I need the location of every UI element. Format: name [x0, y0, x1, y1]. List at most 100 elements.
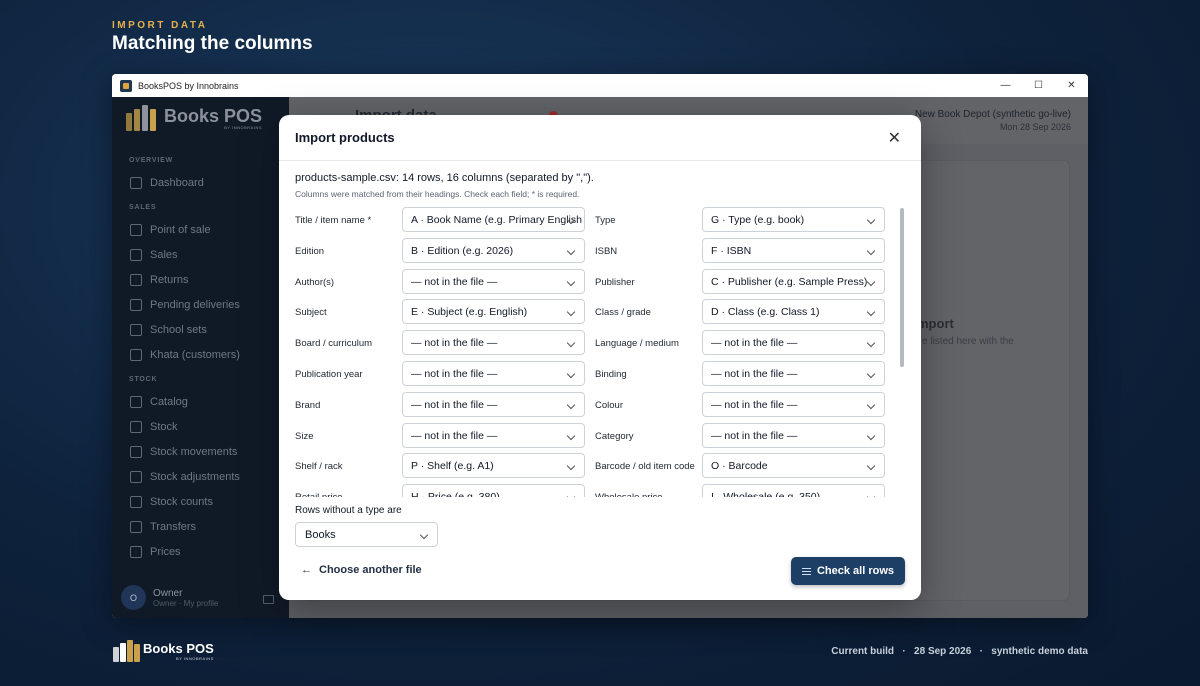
mapping-row: Brand — not in the file — Colour — not in t…	[279, 391, 885, 417]
column-select[interactable]: I · Wholesale (e.g. 350)	[702, 484, 885, 497]
column-select[interactable]: — not in the file —	[702, 330, 885, 356]
nav-icon	[130, 177, 142, 189]
nav-icon	[130, 521, 142, 533]
owner-profile[interactable]: O Owner Owner · My profile	[121, 585, 218, 610]
sidebar-item-label: Returns	[150, 274, 189, 286]
field-label: Barcode / old item code	[595, 461, 695, 473]
column-select[interactable]: G · Type (e.g. book)	[702, 207, 885, 232]
field-label: Title / item name *	[295, 215, 372, 226]
mapping-row: Board / curriculum — not in the file — Lan…	[279, 330, 885, 356]
mapping-row: Shelf / rack P · Shelf (e.g. A1) Barcode /…	[279, 453, 885, 479]
arrow-left-icon: ←	[301, 564, 312, 576]
owner-name: Owner	[153, 587, 183, 599]
build-info: Current build · 28 Sep 2026 · synthetic …	[831, 646, 1088, 657]
background-title: mport	[917, 316, 954, 331]
column-select[interactable]: E · Subject (e.g. English)	[402, 299, 585, 325]
field-mapping-list[interactable]: Title / item name * A · Book Name (e.g. P…	[279, 205, 899, 497]
column-select[interactable]: — not in the file —	[402, 268, 585, 294]
mapping-row: Subject E · Subject (e.g. English) Class /…	[279, 299, 885, 325]
field-label: Wholesale price	[595, 492, 663, 497]
column-select[interactable]: — not in the file —	[702, 361, 885, 386]
sidebar-item-label: Stock adjustments	[150, 471, 240, 483]
sidebar-item-label: Dashboard	[150, 177, 204, 189]
nav-icon	[130, 224, 142, 236]
column-select[interactable]: B · Edition (e.g. 2026)	[402, 237, 585, 263]
sidebar-item[interactable]: Dashboard	[130, 177, 204, 189]
sidebar-item-label: Prices	[150, 546, 181, 558]
field-label: Type	[595, 215, 616, 226]
close-icon[interactable]: ✕	[888, 128, 901, 148]
sidebar-item[interactable]: School sets	[130, 324, 207, 336]
mapping-row: Edition B · Edition (e.g. 2026) ISBN F · IS…	[279, 237, 885, 263]
sidebar-item-label: Pending deliveries	[150, 299, 240, 311]
default-type-select[interactable]: Books	[295, 522, 438, 547]
column-select[interactable]: O · Barcode	[702, 453, 885, 479]
scrollbar[interactable]	[900, 208, 904, 367]
minimize-button[interactable]: —	[989, 74, 1022, 97]
sidebar-item[interactable]: Transfers	[130, 521, 196, 533]
sidebar-item-label: Stock	[150, 421, 178, 433]
column-select[interactable]: F · ISBN	[702, 237, 885, 263]
window-title: BooksPOS by Innobrains	[138, 80, 239, 91]
column-select[interactable]: — not in the file —	[402, 330, 585, 356]
maximize-button[interactable]: ☐	[1022, 74, 1055, 97]
choose-another-file-button[interactable]: ← Choose another file	[301, 564, 422, 576]
sidebar-item-label: Point of sale	[150, 224, 211, 236]
column-select[interactable]: H · Price (e.g. 380)	[402, 484, 585, 497]
field-label: Publication year	[295, 369, 363, 380]
sidebar-item[interactable]: Stock adjustments	[130, 471, 240, 483]
import-products-modal: Import products ✕ products-sample.csv: 1…	[279, 115, 921, 600]
sidebar-item[interactable]: Pending deliveries	[130, 299, 240, 311]
sidebar-item[interactable]: Prices	[130, 546, 181, 558]
close-window-button[interactable]: ✕	[1055, 74, 1088, 97]
sidebar-item-label: Stock counts	[150, 496, 213, 508]
footer-logo-sub: BY INNOBRAINS	[176, 655, 214, 661]
column-select[interactable]: — not in the file —	[402, 361, 585, 386]
list-icon	[801, 567, 811, 575]
field-label: Language / medium	[595, 338, 679, 350]
mapping-row: Size — not in the file — Category — not in …	[279, 422, 885, 448]
field-label: ISBN	[595, 245, 618, 257]
nav-icon	[130, 274, 142, 286]
sidebar-item[interactable]: Returns	[130, 274, 189, 286]
brand-logo: Books POS BY INNOBRAINS	[124, 105, 262, 131]
column-select[interactable]: P · Shelf (e.g. A1)	[402, 453, 585, 479]
column-select[interactable]: — not in the file —	[402, 391, 585, 417]
store-date: Mon 28 Sep 2026	[999, 122, 1071, 132]
sidebar-item[interactable]: Stock counts	[130, 496, 213, 508]
sidebar-item-label: School sets	[150, 324, 207, 336]
nav-icon	[130, 396, 142, 408]
sidebar-item-label: Khata (customers)	[150, 349, 240, 361]
column-select[interactable]: C · Publisher (e.g. Sample Press)	[702, 268, 885, 294]
column-select[interactable]: A · Book Name (e.g. Primary English	[402, 207, 585, 232]
store-name: New Book Depot (synthetic go-live)	[914, 109, 1071, 120]
nav-icon	[130, 546, 142, 558]
sidebar-item[interactable]: Point of sale	[130, 224, 211, 236]
column-select[interactable]: — not in the file —	[402, 422, 585, 448]
check-all-rows-button[interactable]: Check all rows	[791, 557, 905, 585]
sidebar-item[interactable]: Catalog	[130, 396, 188, 408]
logout-icon[interactable]	[263, 595, 274, 604]
nav-icon	[130, 324, 142, 336]
sidebar-item[interactable]: Sales	[130, 249, 178, 261]
app-icon	[120, 79, 132, 92]
sidebar-section-label: SALES	[129, 204, 157, 211]
check-all-rows-label: Check all rows	[816, 565, 895, 577]
column-select[interactable]: D · Class (e.g. Class 1)	[702, 299, 885, 325]
file-info: products-sample.csv: 14 rows, 16 columns…	[295, 172, 594, 184]
field-label: Subject	[295, 307, 327, 319]
column-select[interactable]: — not in the file —	[702, 391, 885, 417]
field-label: Brand	[295, 399, 321, 411]
sidebar-item[interactable]: Stock	[130, 421, 178, 433]
nav-icon	[130, 249, 142, 261]
field-label: Size	[295, 430, 314, 442]
field-label: Board / curriculum	[295, 338, 373, 350]
nav-icon	[130, 299, 142, 311]
owner-sub: Owner · My profile	[153, 598, 219, 608]
nav-icon	[130, 446, 142, 458]
nav-icon	[130, 421, 142, 433]
books-logo-icon	[124, 105, 160, 131]
sidebar-item[interactable]: Stock movements	[130, 446, 237, 458]
sidebar-item[interactable]: Khata (customers)	[130, 349, 240, 361]
column-select[interactable]: — not in the file —	[702, 422, 885, 448]
